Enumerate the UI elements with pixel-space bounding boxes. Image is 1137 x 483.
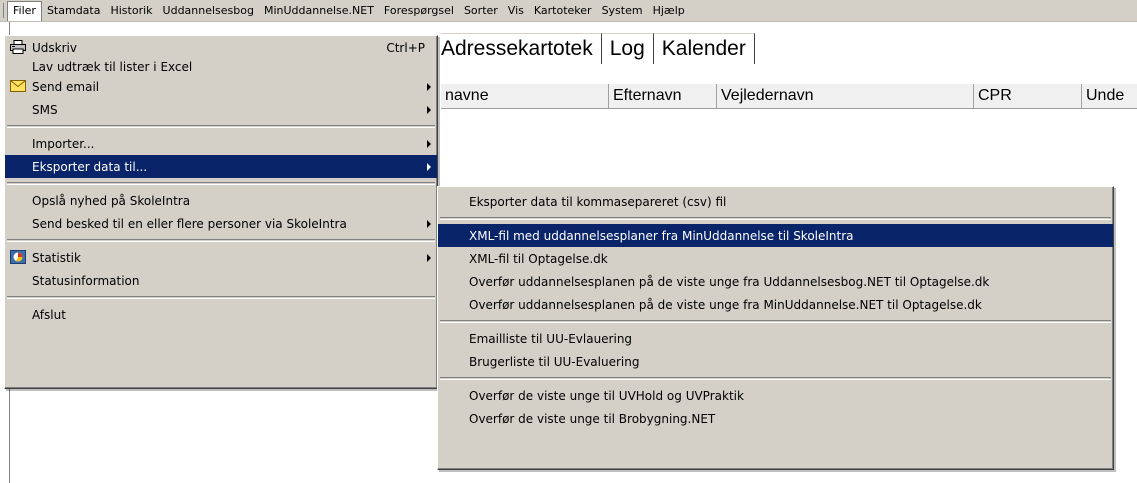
menu-item-label: XML-fil med uddannelsesplaner fra MinUdd… <box>469 228 854 243</box>
menu-item-transfer-minuddannelse[interactable]: Overfør uddannelsesplanen på de viste un… <box>438 293 1113 316</box>
submenu-arrow-icon <box>427 83 431 91</box>
submenu-arrow-icon <box>427 140 431 148</box>
column-header-uddannelse[interactable]: Unde <box>1082 84 1137 108</box>
menu-minuddannelse[interactable]: MinUddannelse.NET <box>259 1 379 20</box>
menu-separator <box>7 125 435 128</box>
menu-item-label: Send besked til en eller flere personer … <box>32 216 347 231</box>
menu-item-label: Overfør uddannelsesplanen på de viste un… <box>469 274 990 289</box>
column-header-cpr[interactable]: CPR <box>974 84 1082 108</box>
menu-item-label: Eksporter data til... <box>32 159 148 174</box>
menu-item-statistik[interactable]: Statistik <box>5 246 437 269</box>
menu-separator <box>7 296 435 299</box>
menu-item-send-email[interactable]: Send email <box>5 75 437 98</box>
menu-item-label: Brugerliste til UU-Evaluering <box>469 354 640 369</box>
chart-icon <box>10 250 26 264</box>
filer-dropdown-menu: Udskriv Ctrl+P Lav udtræk til lister i E… <box>4 35 438 389</box>
menu-item-label: Statusinformation <box>32 273 140 288</box>
menu-uddannelsesbog[interactable]: Uddannelsesbog <box>158 1 259 20</box>
menu-item-transfer-uddannelsesbog[interactable]: Overfør uddannelsesplanen på de viste un… <box>438 270 1113 293</box>
menu-item-label: Eksporter data til kommasepareret (csv) … <box>469 194 727 209</box>
menu-historik[interactable]: Historik <box>105 1 157 20</box>
menu-vis[interactable]: Vis <box>503 1 529 20</box>
menu-item-xml-optagelse[interactable]: XML-fil til Optagelse.dk <box>438 247 1113 270</box>
menu-hjaelp[interactable]: Hjælp <box>648 1 690 20</box>
printer-icon <box>10 40 26 54</box>
table-header: navne Efternavn Vejledernavn CPR Unde <box>441 84 1137 109</box>
menu-item-label: Afslut <box>32 307 66 322</box>
tab-log[interactable]: Log <box>601 33 654 64</box>
menu-item-brobygning[interactable]: Overfør de viste unge til Brobygning.NET <box>438 407 1113 430</box>
tab-strip: Adressekartotek Log Kalender <box>441 33 755 64</box>
menu-item-uvhold[interactable]: Overfør de viste unge til UVHold og UVPr… <box>438 384 1113 407</box>
menu-item-excel-export[interactable]: Lav udtræk til lister i Excel <box>5 59 437 75</box>
submenu-arrow-icon <box>427 220 431 228</box>
menu-item-brugerliste[interactable]: Brugerliste til UU-Evaluering <box>438 350 1113 373</box>
menu-item-sms[interactable]: SMS <box>5 98 437 121</box>
submenu-arrow-icon <box>427 106 431 114</box>
menu-item-eksporter[interactable]: Eksporter data til... <box>5 155 437 178</box>
menu-forespoergsel[interactable]: Forespørgsel <box>379 1 459 20</box>
menu-item-label: Overfør de viste unge til Brobygning.NET <box>469 411 716 426</box>
menu-item-label: Send email <box>32 79 100 94</box>
menu-separator <box>7 239 435 242</box>
menu-sorter[interactable]: Sorter <box>459 1 503 20</box>
submenu-arrow-icon <box>427 163 431 171</box>
menu-separator <box>7 182 435 185</box>
menu-item-label: Statistik <box>32 250 81 265</box>
envelope-icon <box>10 79 26 93</box>
menu-item-xml-skoleintra[interactable]: XML-fil med uddannelsesplaner fra MinUdd… <box>438 224 1113 247</box>
menu-item-label: Importer... <box>32 136 95 151</box>
menu-separator <box>440 217 1111 220</box>
menu-item-export-csv[interactable]: Eksporter data til kommasepareret (csv) … <box>438 190 1113 213</box>
menu-item-udskriv[interactable]: Udskriv Ctrl+P <box>5 36 437 59</box>
menu-item-send-besked[interactable]: Send besked til en eller flere personer … <box>5 212 437 235</box>
tab-kalender[interactable]: Kalender <box>653 33 755 64</box>
eksporter-submenu: Eksporter data til kommasepareret (csv) … <box>437 186 1114 470</box>
menu-item-statusinformation[interactable]: Statusinformation <box>5 269 437 292</box>
menu-separator <box>440 377 1111 380</box>
column-header-efternavn[interactable]: Efternavn <box>609 84 717 108</box>
menu-separator <box>440 320 1111 323</box>
column-header-vejledernavn[interactable]: Vejledernavn <box>717 84 974 108</box>
menu-filer[interactable]: Filer <box>7 0 42 21</box>
menu-item-opslaa-nyhed[interactable]: Opslå nyhed på SkoleIntra <box>5 189 437 212</box>
menu-bar: Filer Stamdata Historik Uddannelsesbog M… <box>0 0 1137 22</box>
menu-item-label: Emailliste til UU-Evlauering <box>469 331 633 346</box>
menu-item-label: SMS <box>32 102 58 117</box>
menu-item-importer[interactable]: Importer... <box>5 132 437 155</box>
menu-item-label: Udskriv <box>32 40 77 55</box>
menu-item-label: Opslå nyhed på SkoleIntra <box>32 193 191 208</box>
menu-item-label: XML-fil til Optagelse.dk <box>469 251 608 266</box>
menu-item-label: Overfør uddannelsesplanen på de viste un… <box>469 297 982 312</box>
menu-kartoteker[interactable]: Kartoteker <box>529 1 597 20</box>
shortcut-ctrl-p: Ctrl+P <box>386 40 425 55</box>
menu-stamdata[interactable]: Stamdata <box>42 1 106 20</box>
menu-item-label: Lav udtræk til lister i Excel <box>32 60 193 74</box>
menu-item-afslut[interactable]: Afslut <box>5 303 437 326</box>
column-header-fornavne[interactable]: navne <box>441 84 609 108</box>
submenu-arrow-icon <box>427 254 431 262</box>
tab-adressekartotek[interactable]: Adressekartotek <box>441 33 602 64</box>
menu-item-emailliste[interactable]: Emailliste til UU-Evlauering <box>438 327 1113 350</box>
menu-item-label: Overfør de viste unge til UVHold og UVPr… <box>469 388 744 403</box>
menu-system[interactable]: System <box>597 1 648 20</box>
